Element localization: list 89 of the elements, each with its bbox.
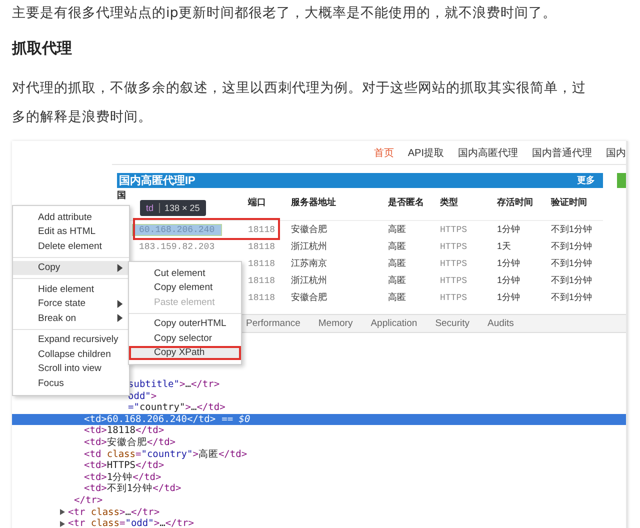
paragraph: 主要是有很多代理站点的ip更新时间都很老了，大概率是不能使用的，就不浪费时间了。 xyxy=(12,4,558,23)
column-header: 存活时间 xyxy=(497,197,533,207)
menu-item[interactable]: Delete element xyxy=(13,239,129,254)
menu-item[interactable]: Break on xyxy=(13,311,129,326)
table-cell: HTTPS xyxy=(440,276,468,286)
table-cell: 18118 xyxy=(248,242,276,252)
column-header: 国 xyxy=(117,190,126,200)
table-cell: 不到1分钟 xyxy=(551,258,592,268)
code-line: ="country">…</td> xyxy=(128,402,226,414)
table-cell: 浙江杭州 xyxy=(291,275,327,285)
tooltip-tag: td xyxy=(146,203,160,213)
column-header: 服务器地址 xyxy=(291,197,336,207)
table-cell: 高匿 xyxy=(388,224,406,234)
table-cell: 高匿 xyxy=(388,275,406,285)
code-line: <tr class="odd">…</tr> xyxy=(68,518,194,528)
menu-item[interactable]: Expand recursively xyxy=(13,332,129,347)
section-heading: 抓取代理 xyxy=(12,38,73,58)
column-header: 是否匿名 xyxy=(388,197,424,207)
column-header: 验证时间 xyxy=(551,197,587,207)
menu-item[interactable]: Scroll into view xyxy=(13,362,129,376)
expand-triangle-icon[interactable] xyxy=(59,509,65,516)
devtools-tab[interactable]: Audits xyxy=(488,318,514,329)
table-cell: HTTPS xyxy=(440,242,468,252)
code-line: <td class="country">高匿</td> xyxy=(84,448,248,460)
table-cell: 不到1分钟 xyxy=(551,241,592,251)
nav-link[interactable]: 国内高匿代理 xyxy=(458,146,518,160)
table-cell: 江苏南京 xyxy=(291,258,327,268)
menu-item[interactable]: Force state xyxy=(13,296,129,311)
table-cell-text: 183.159.82.203 xyxy=(138,242,216,252)
column-header: 端口 xyxy=(248,197,266,207)
menu-item[interactable]: Copy XPath xyxy=(129,346,241,360)
table-cell: 18118 xyxy=(248,293,276,303)
table-cell: 1天 xyxy=(497,241,512,251)
panel-title: 国内高匿代理IP xyxy=(119,174,196,188)
table-cell: 安徽合肥 xyxy=(291,292,327,302)
table-cell: HTTPS xyxy=(440,225,468,235)
code-line: <td>安徽合肥</td> xyxy=(84,436,176,449)
devtools-tab[interactable]: Performance xyxy=(246,318,300,329)
paragraph: 对代理的抓取，不做多余的叙述，这里以西刺代理为例。对于这些网站的抓取其实很简单，过多的解释是浪费时间。 xyxy=(12,79,587,127)
table-cell: 不到1分钟 xyxy=(551,292,592,302)
menu-item[interactable]: Copy selector xyxy=(129,331,241,346)
nav-link[interactable]: API提取 xyxy=(408,146,444,160)
table-cell: 18118 xyxy=(248,276,276,286)
devtools-tab[interactable]: Application xyxy=(370,318,418,329)
code-line: <td>HTTPS</td> xyxy=(84,460,164,472)
table-cell: 不到1分钟 xyxy=(551,224,592,234)
table-cell: HTTPS xyxy=(440,259,468,269)
table-cell: 安徽合肥 xyxy=(291,224,327,234)
table-cell: 18118 xyxy=(248,259,276,269)
menu-item[interactable]: Copy xyxy=(13,260,129,275)
code-line: subtitle">…</tr> xyxy=(128,379,220,391)
table-cell: 60.168.206.240 xyxy=(133,225,221,235)
side-bar xyxy=(617,173,626,188)
code-line: odd"> xyxy=(128,390,157,402)
table-cell: 高匿 xyxy=(388,241,406,251)
menu-item[interactable]: Edit as HTML xyxy=(13,224,129,239)
menu-item[interactable]: Copy outerHTML xyxy=(129,316,241,331)
table-cell: 1分钟 xyxy=(497,275,520,285)
code-line: <td>1分钟</td> xyxy=(84,472,162,483)
table-cell: HTTPS xyxy=(440,293,468,303)
more-link[interactable]: 更多 xyxy=(577,174,595,187)
menu-item[interactable]: Collapse children xyxy=(13,347,129,362)
menu-item[interactable]: Hide element xyxy=(13,282,129,296)
table-cell: 18118 xyxy=(248,225,276,235)
devtools-tab[interactable]: Security xyxy=(435,318,470,329)
menu-item[interactable]: Copy element xyxy=(129,280,241,295)
code-line: <td>18118</td> xyxy=(84,425,164,437)
code-line: <tr class>…</tr> xyxy=(68,506,160,518)
code-line: <td>不到1分钟</td> xyxy=(84,483,182,495)
code-line: </tr> xyxy=(74,494,103,507)
column-header: 类型 xyxy=(440,197,458,207)
tooltip-size: 138 × 25 xyxy=(164,203,200,213)
menu-item[interactable]: Focus xyxy=(13,376,129,390)
table-cell: 高匿 xyxy=(388,292,406,302)
menu-item[interactable]: Add attribute xyxy=(13,210,129,224)
nav-link[interactable]: 国内 xyxy=(606,146,626,160)
nav-link[interactable]: 首页 xyxy=(374,146,394,160)
submenu-arrow-icon xyxy=(117,264,123,272)
table-cell: 高匿 xyxy=(388,258,406,268)
table-cell: 不到1分钟 xyxy=(551,275,592,285)
console-reference: == $0 xyxy=(222,414,250,426)
table-cell: 浙江杭州 xyxy=(291,241,327,251)
table-cell: 1分钟 xyxy=(497,258,520,268)
nav-link[interactable]: 国内普通代理 xyxy=(532,146,592,160)
expand-triangle-icon[interactable] xyxy=(59,520,65,527)
table-cell: 1分钟 xyxy=(497,292,520,302)
devtools-tab[interactable]: Memory xyxy=(318,318,353,329)
menu-item[interactable]: Cut element xyxy=(129,266,241,280)
table-cell: 1分钟 xyxy=(497,224,520,234)
